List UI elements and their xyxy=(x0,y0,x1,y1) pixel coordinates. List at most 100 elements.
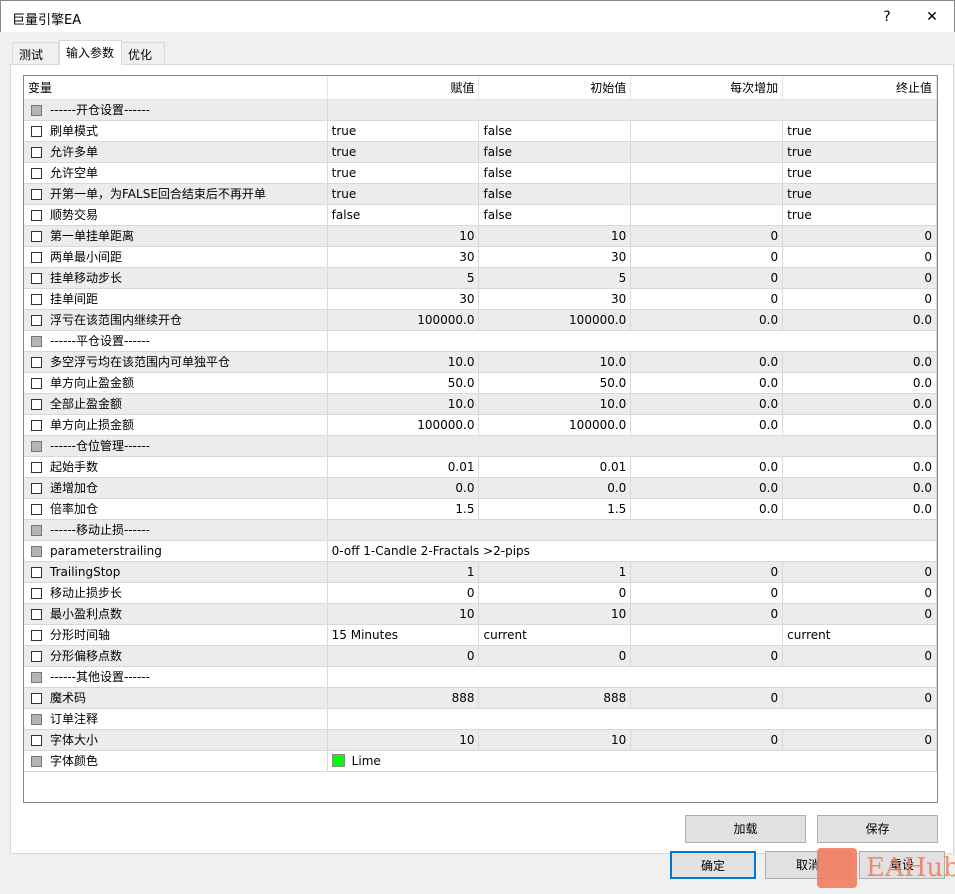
close-button[interactable]: ✕ xyxy=(917,5,947,29)
param-step[interactable]: 0.0 xyxy=(631,499,784,519)
checkbox[interactable] xyxy=(31,167,42,179)
param-value[interactable]: true xyxy=(328,142,480,162)
param-step[interactable] xyxy=(631,205,784,225)
table-row[interactable]: 全部止盈金额 10.0 10.0 0.0 0.0 xyxy=(24,394,937,415)
param-stop[interactable]: 0.0 xyxy=(783,457,937,477)
table-row[interactable]: parameterstrailing 0-off 1-Candle 2-Fract… xyxy=(24,541,937,562)
checkbox[interactable] xyxy=(31,440,42,452)
checkbox[interactable] xyxy=(31,125,42,137)
checkbox[interactable] xyxy=(31,209,42,221)
param-step[interactable]: 0 xyxy=(631,268,784,288)
checkbox[interactable] xyxy=(31,713,42,725)
param-start[interactable]: 10 xyxy=(479,730,632,750)
checkbox[interactable] xyxy=(31,461,42,473)
table-row[interactable]: TrailingStop 1 1 0 0 xyxy=(24,562,937,583)
param-value[interactable]: 30 xyxy=(328,289,480,309)
param-stop[interactable]: 0 xyxy=(783,646,937,666)
table-row[interactable]: 移动止损步长 0 0 0 0 xyxy=(24,583,937,604)
table-row[interactable]: 多空浮亏均在该范围内可单独平仓 10.0 10.0 0.0 0.0 xyxy=(24,352,937,373)
checkbox[interactable] xyxy=(31,734,42,746)
param-stop[interactable]: current xyxy=(783,625,937,645)
param-value[interactable]: 1 xyxy=(328,562,480,582)
param-value[interactable]: true xyxy=(328,184,480,204)
param-value[interactable]: 10 xyxy=(328,730,480,750)
table-row[interactable]: 浮亏在该范围内继续开仓 100000.0 100000.0 0.0 0.0 xyxy=(24,310,937,331)
help-button[interactable]: ? xyxy=(872,5,902,29)
table-row[interactable]: 分形偏移点数 0 0 0 0 xyxy=(24,646,937,667)
save-button[interactable]: 保存 xyxy=(817,815,938,843)
checkbox[interactable] xyxy=(31,146,42,158)
table-row[interactable]: ------开仓设置------ xyxy=(24,100,937,121)
param-start[interactable]: 10.0 xyxy=(479,394,632,414)
col-variable[interactable]: 变量 xyxy=(24,76,328,100)
param-value[interactable] xyxy=(328,520,937,540)
param-step[interactable]: 0.0 xyxy=(631,352,784,372)
param-stop[interactable]: 0.0 xyxy=(783,373,937,393)
param-step[interactable] xyxy=(631,184,784,204)
param-value[interactable]: 1.5 xyxy=(328,499,480,519)
param-value[interactable]: true xyxy=(328,163,480,183)
param-step[interactable]: 0 xyxy=(631,289,784,309)
checkbox[interactable] xyxy=(31,398,42,410)
checkbox[interactable] xyxy=(31,356,42,368)
param-step[interactable] xyxy=(631,625,784,645)
param-value[interactable]: 0 xyxy=(328,583,480,603)
param-stop[interactable]: 0.0 xyxy=(783,352,937,372)
table-row[interactable]: 刷单模式 true false true xyxy=(24,121,937,142)
table-row[interactable]: 挂单间距 30 30 0 0 xyxy=(24,289,937,310)
param-stop[interactable]: 0.0 xyxy=(783,478,937,498)
param-value[interactable]: 10.0 xyxy=(328,352,480,372)
color-swatch[interactable] xyxy=(331,754,345,767)
param-value[interactable]: Lime xyxy=(328,751,937,771)
table-row[interactable]: 开第一单，为FALSE回合结束后不再开单 true false true xyxy=(24,184,937,205)
col-start[interactable]: 初始值 xyxy=(479,76,632,100)
table-row[interactable]: 允许空单 true false true xyxy=(24,163,937,184)
table-row[interactable]: 订单注释 xyxy=(24,709,937,730)
col-value[interactable]: 赋值 xyxy=(328,76,480,100)
param-step[interactable]: 0.0 xyxy=(631,394,784,414)
table-row[interactable]: 允许多单 true false true xyxy=(24,142,937,163)
checkbox[interactable] xyxy=(31,293,42,305)
param-start[interactable]: 10 xyxy=(479,604,632,624)
table-row[interactable]: 单方向止盈金额 50.0 50.0 0.0 0.0 xyxy=(24,373,937,394)
param-step[interactable]: 0.0 xyxy=(631,415,784,435)
checkbox[interactable] xyxy=(31,629,42,641)
checkbox[interactable] xyxy=(31,545,42,557)
param-value[interactable] xyxy=(328,100,937,120)
param-value[interactable]: 100000.0 xyxy=(328,310,480,330)
param-start[interactable]: 0.01 xyxy=(479,457,632,477)
param-value[interactable] xyxy=(328,709,937,729)
checkbox[interactable] xyxy=(31,650,42,662)
param-stop[interactable]: 0 xyxy=(783,604,937,624)
checkbox[interactable] xyxy=(31,587,42,599)
checkbox[interactable] xyxy=(31,377,42,389)
col-stop[interactable]: 终止值 xyxy=(783,76,937,100)
table-row[interactable]: 递增加仓 0.0 0.0 0.0 0.0 xyxy=(24,478,937,499)
param-step[interactable]: 0.0 xyxy=(631,373,784,393)
checkbox[interactable] xyxy=(31,251,42,263)
param-stop[interactable]: 0 xyxy=(783,562,937,582)
param-step[interactable]: 0.0 xyxy=(631,457,784,477)
param-start[interactable]: current xyxy=(479,625,632,645)
param-start[interactable]: 5 xyxy=(479,268,632,288)
param-value[interactable]: 0-off 1-Candle 2-Fractals >2-pips xyxy=(328,541,937,561)
param-stop[interactable]: 0.0 xyxy=(783,415,937,435)
param-value[interactable]: 0.01 xyxy=(328,457,480,477)
checkbox[interactable] xyxy=(31,419,42,431)
tab-inputs[interactable]: 输入参数 xyxy=(59,40,122,65)
table-row[interactable]: 字体颜色 Lime xyxy=(24,751,937,772)
param-value[interactable]: 0.0 xyxy=(328,478,480,498)
param-step[interactable]: 0 xyxy=(631,226,784,246)
checkbox[interactable] xyxy=(31,671,42,683)
checkbox[interactable] xyxy=(31,314,42,326)
param-value[interactable] xyxy=(328,331,937,351)
param-start[interactable]: 0.0 xyxy=(479,478,632,498)
checkbox[interactable] xyxy=(31,188,42,200)
param-stop[interactable]: 0.0 xyxy=(783,394,937,414)
param-step[interactable]: 0 xyxy=(631,247,784,267)
param-start[interactable]: false xyxy=(479,121,632,141)
param-step[interactable] xyxy=(631,163,784,183)
table-row[interactable]: 魔术码 888 888 0 0 xyxy=(24,688,937,709)
param-stop[interactable]: 0 xyxy=(783,688,937,708)
param-value[interactable]: 10 xyxy=(328,604,480,624)
